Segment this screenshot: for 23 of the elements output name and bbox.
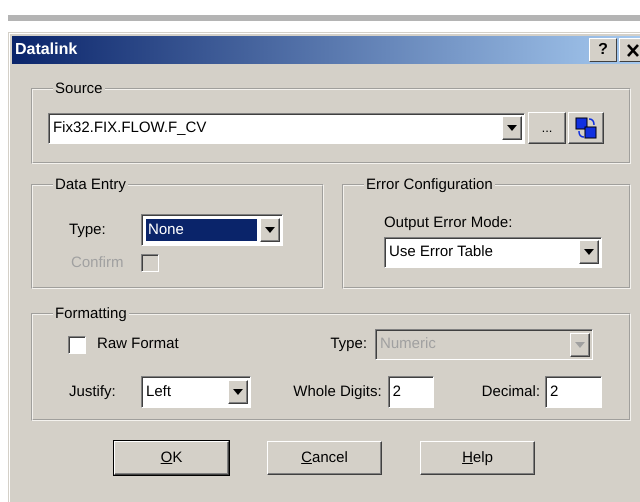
field-label: Type:: [329, 334, 367, 354]
field-label: Justify:: [69, 382, 117, 402]
field-label: Type:: [69, 220, 107, 240]
group-label: Source: [54, 80, 104, 98]
dialog-button[interactable]: Help: [420, 441, 535, 475]
dropdown[interactable]: None: [141, 214, 283, 246]
dropdown[interactable]: Use Error Table: [384, 236, 602, 268]
dropdown[interactable]: Left: [141, 376, 251, 408]
field-label: Whole Digits:: [293, 382, 382, 402]
field-label: Output Error Mode:: [384, 213, 514, 233]
help-button[interactable]: ?: [589, 38, 617, 62]
group-label: Error Configuration: [365, 176, 494, 194]
field-label: Decimal:: [482, 382, 540, 402]
dialog-button[interactable]: OK: [114, 441, 229, 475]
group-label: Formatting: [54, 305, 128, 323]
dialog-button[interactable]: Cancel: [267, 441, 382, 475]
input-field[interactable]: 2: [545, 376, 602, 408]
group-label: Data Entry: [54, 176, 127, 194]
window-title: Datalink: [15, 40, 78, 60]
browse-button[interactable]: ...: [528, 112, 566, 144]
input-field[interactable]: 2: [388, 376, 434, 408]
checkbox-label: Raw Format: [97, 334, 180, 354]
dropdown[interactable]: Fix32.FIX.FLOW.F_CV: [48, 112, 525, 144]
